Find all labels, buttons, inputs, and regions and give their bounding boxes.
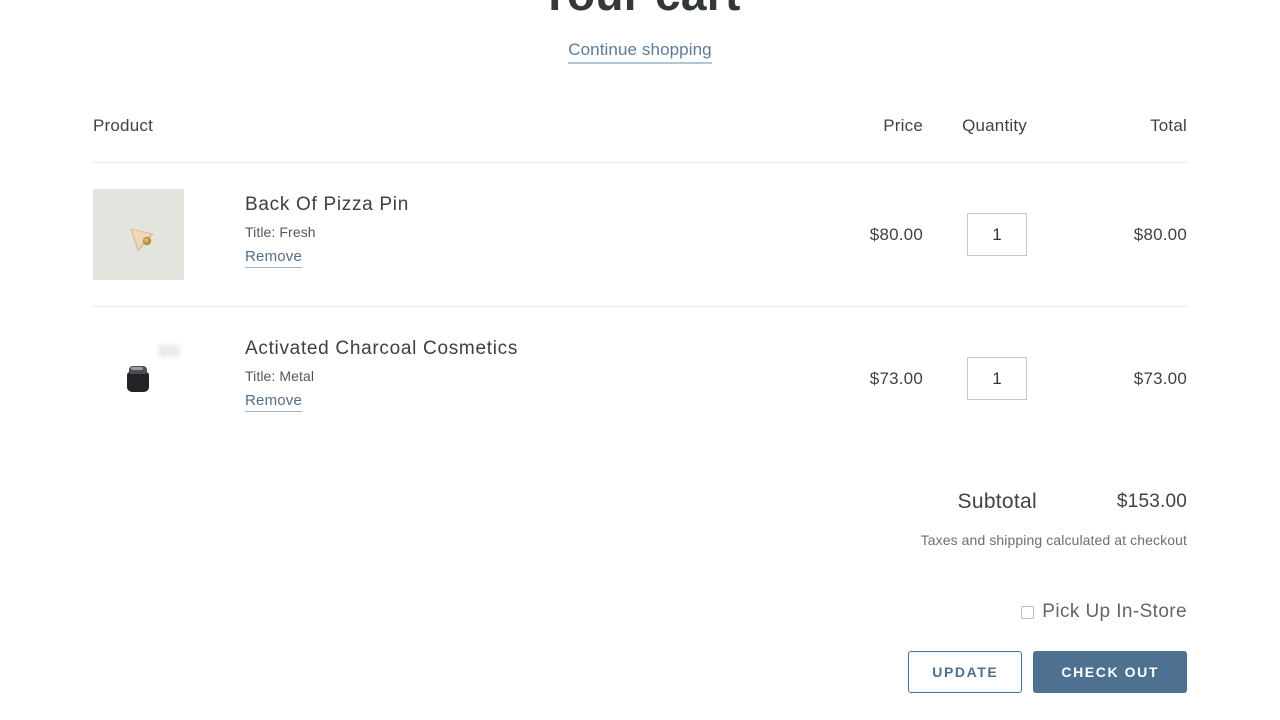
- product-title[interactable]: Activated Charcoal Cosmetics: [245, 337, 518, 361]
- quantity-input[interactable]: [967, 357, 1027, 400]
- cell-price: $80.00: [793, 163, 923, 307]
- image-smudge: [158, 345, 180, 357]
- quantity-input[interactable]: [967, 213, 1027, 256]
- remove-item-link[interactable]: Remove: [245, 248, 302, 268]
- jar-shine: [131, 367, 143, 370]
- update-button[interactable]: Update: [908, 651, 1022, 693]
- cart-item: Activated Charcoal Cosmetics Title: Meta…: [93, 333, 793, 424]
- page-title: Your cart: [0, 0, 1280, 16]
- column-header-quantity: Quantity: [923, 116, 1051, 163]
- continue-shopping-link[interactable]: Continue shopping: [568, 40, 711, 64]
- pickup-in-store-row[interactable]: Pick Up In-Store: [93, 601, 1187, 623]
- continue-shopping-wrap: Continue shopping: [0, 40, 1280, 61]
- jar-body: [127, 372, 149, 392]
- cell-quantity: [923, 307, 1051, 451]
- checkout-button[interactable]: Check out: [1033, 651, 1187, 693]
- cell-total: $73.00: [1051, 307, 1187, 451]
- cart-header: Your cart Continue shopping: [0, 0, 1280, 61]
- product-title[interactable]: Back Of Pizza Pin: [245, 193, 409, 217]
- column-header-product: Product: [93, 116, 793, 163]
- cart-footer: Subtotal $153.00 Taxes and shipping calc…: [93, 450, 1187, 693]
- column-header-price: Price: [793, 116, 923, 163]
- cell-total: $80.00: [1051, 163, 1187, 307]
- cart-table: Product Price Quantity Total: [93, 116, 1187, 450]
- cart-table-head: Product Price Quantity Total: [93, 116, 1187, 163]
- pizza-pin-thumbnail-icon[interactable]: [93, 189, 184, 280]
- cart-item: Back Of Pizza Pin Title: Fresh Remove: [93, 189, 793, 280]
- pickup-in-store-label[interactable]: Pick Up In-Store: [1042, 601, 1187, 623]
- remove-item-link[interactable]: Remove: [245, 392, 302, 412]
- charcoal-jar-thumbnail-icon[interactable]: [93, 333, 184, 424]
- cell-product: Back Of Pizza Pin Title: Fresh Remove: [93, 163, 793, 307]
- pizza-slice-icon: [129, 226, 156, 253]
- cart-page: Your cart Continue shopping Product Pric…: [0, 0, 1280, 692]
- table-row: Activated Charcoal Cosmetics Title: Meta…: [93, 307, 1187, 451]
- subtotal-row: Subtotal $153.00: [93, 490, 1187, 514]
- cell-product: Activated Charcoal Cosmetics Title: Meta…: [93, 307, 793, 451]
- cart-item-info: Back Of Pizza Pin Title: Fresh Remove: [245, 189, 409, 266]
- cart-actions: Update Check out: [93, 651, 1187, 693]
- cell-price: $73.00: [793, 307, 923, 451]
- product-variant: Title: Fresh: [245, 224, 409, 240]
- cart-table-body: Back Of Pizza Pin Title: Fresh Remove $8…: [93, 163, 1187, 451]
- subtotal-value: $153.00: [1037, 490, 1187, 514]
- product-variant: Title: Metal: [245, 368, 518, 384]
- cart-item-info: Activated Charcoal Cosmetics Title: Meta…: [245, 333, 518, 410]
- subtotal-label: Subtotal: [958, 490, 1037, 514]
- pickup-in-store-checkbox[interactable]: [1021, 606, 1034, 619]
- jar-icon: [126, 364, 150, 392]
- cart-table-header-row: Product Price Quantity Total: [93, 116, 1187, 163]
- cell-quantity: [923, 163, 1051, 307]
- column-header-total: Total: [1051, 116, 1187, 163]
- table-row: Back Of Pizza Pin Title: Fresh Remove $8…: [93, 163, 1187, 307]
- tax-shipping-note: Taxes and shipping calculated at checkou…: [93, 532, 1187, 548]
